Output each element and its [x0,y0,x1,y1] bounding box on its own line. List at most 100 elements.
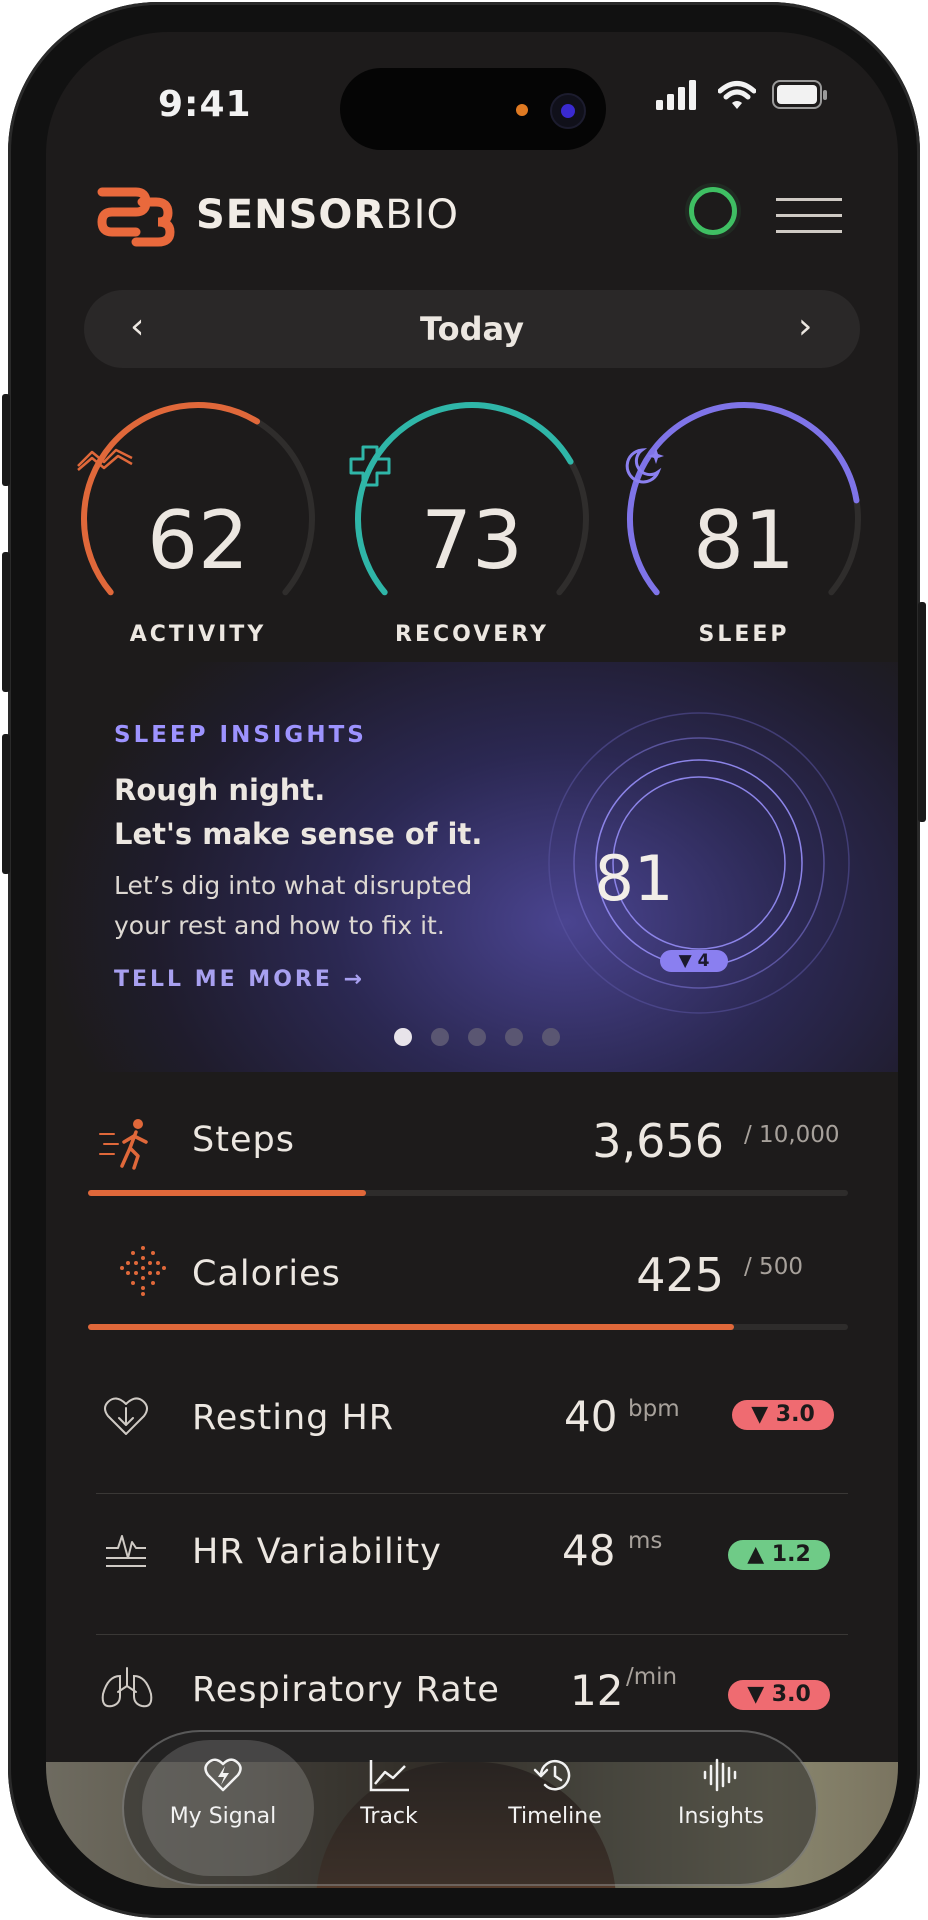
tell-me-more-link[interactable]: TELL ME MORE → [114,967,365,992]
carousel-dot[interactable] [468,1028,486,1046]
volume-down-button [2,734,10,874]
phone-frame: 9:41 SENSORBIO ‹ Today › 62 ACTIVITY 73 … [2,2,926,1918]
insight-body: Let’s dig into what disrupted your rest … [114,866,472,946]
resting-hr-label: Resting HR [192,1398,395,1438]
nav-timeline[interactable]: Timeline [480,1756,630,1829]
hrv-label: HR Variability [192,1532,442,1572]
steps-value: 3,656 [592,1114,724,1168]
nav-insights-label: Insights [677,1804,764,1829]
calorie-dot [148,1271,152,1275]
insight-headline: Rough night. Let's make sense of it. [114,768,482,856]
steps-row[interactable]: Steps 3,656 / 10,000 [46,1092,898,1202]
hrv-row[interactable]: HR Variability 48 ms ▲ 1.2 [46,1498,898,1608]
calorie-dot [141,1276,145,1280]
steps-progress-fill [88,1190,367,1196]
dynamic-island [340,68,606,150]
insight-headline-line-1: Rough night. [114,773,326,807]
calorie-dot [141,1266,145,1270]
heart-bolt-icon [204,1758,242,1792]
nav-insights[interactable]: Insights [646,1756,796,1829]
nav-timeline-label: Timeline [508,1804,602,1829]
recovery-label: RECOVERY [395,622,549,647]
recovery-score: 73 [421,494,523,587]
resting-hr-value: 40 [564,1392,618,1441]
steps-goal: / 10,000 [744,1122,840,1148]
calorie-dot [134,1261,138,1265]
nav-track-label: Track [360,1804,418,1829]
calories-progress-fill [88,1324,734,1330]
hamburger-menu-button[interactable] [776,198,842,233]
steps-progress-track [88,1190,848,1196]
sleep-label: SLEEP [698,622,790,647]
date-label[interactable]: Today [84,310,860,348]
carousel-dot[interactable] [431,1028,449,1046]
calorie-dot [141,1246,145,1250]
respiratory-rate-delta-badge: ▼ 3.0 [728,1680,830,1710]
calories-dots-icon [120,1246,166,1296]
activity-label: ACTIVITY [129,622,267,647]
calorie-dot [131,1281,135,1285]
resting-hr-row[interactable]: Resting HR 40 bpm ▼ 3.0 [46,1362,898,1472]
battery-icon [772,80,827,109]
camera-indicator [516,104,528,116]
calorie-dot [162,1266,166,1270]
calorie-dot [126,1271,130,1275]
sleep-gauge[interactable]: 81 SLEEP [620,394,868,647]
calories-goal: / 500 [744,1254,803,1280]
heart-down-icon [104,1397,148,1435]
steps-label: Steps [192,1120,295,1160]
calorie-dot [151,1281,155,1285]
resting-hr-delta-badge: ▼ 3.0 [732,1400,834,1430]
respiratory-rate-label: Respiratory Rate [192,1670,500,1710]
nav-track[interactable]: Track [314,1756,464,1829]
mute-switch [2,394,10,486]
calorie-dot [131,1251,135,1255]
insight-body-line-2: your rest and how to fix it. [114,911,445,940]
respiratory-rate-row[interactable]: Respiratory Rate 12 /min ▼ 3.0 [46,1640,898,1740]
carousel-dot[interactable] [542,1028,560,1046]
front-camera [550,93,586,129]
calorie-dot [148,1261,152,1265]
hrv-pulse-icon [106,1535,146,1567]
insight-score: 81 [594,842,674,915]
status-time: 9:41 [158,84,252,125]
waveform-icon [703,1758,737,1792]
recovery-gauge[interactable]: 73 RECOVERY [348,394,596,647]
next-day-button[interactable]: › [798,306,812,348]
respiratory-rate-unit: /min [626,1664,678,1690]
divider [96,1493,848,1494]
power-button [918,602,926,822]
calorie-dot [141,1292,145,1296]
nav-my-signal[interactable]: My Signal [148,1756,298,1829]
brand-wordmark: SENSORBIO [196,192,459,238]
calorie-dot [120,1266,124,1270]
lungs-icon [101,1667,153,1708]
insight-body-line-1: Let’s dig into what disrupted [114,871,473,900]
respiratory-rate-value: 12 [570,1666,624,1715]
sleep-insight-card[interactable]: SLEEP INSIGHTS Rough night. Let's make s… [46,662,898,1072]
insight-tag: SLEEP INSIGHTS [114,722,367,748]
calories-label: Calories [192,1254,341,1294]
sleep-score: 81 [693,494,795,587]
calorie-dot [156,1271,160,1275]
wifi-icon [718,81,756,109]
nav-my-signal-label: My Signal [169,1804,277,1829]
calorie-dot [141,1286,145,1290]
date-navigator: ‹ Today › [84,290,860,368]
device-status-ring-button[interactable] [689,187,737,235]
carousel-dot[interactable] [394,1028,412,1046]
calories-row[interactable]: Calories 425 / 500 [46,1224,898,1334]
calorie-dot [151,1251,155,1255]
activity-gauge[interactable]: 62 ACTIVITY [74,394,322,647]
hrv-unit: ms [628,1528,663,1554]
chart-icon [369,1760,409,1792]
divider [96,1634,848,1635]
calorie-dot [126,1261,130,1265]
hrv-value: 48 [562,1526,616,1575]
sensorbio-logo-icon [97,187,175,247]
carousel-dot[interactable] [505,1028,523,1046]
volume-up-button [2,552,10,692]
cellular-signal-icon [656,80,696,110]
calories-value: 425 [636,1248,724,1302]
calorie-dot [141,1256,145,1260]
